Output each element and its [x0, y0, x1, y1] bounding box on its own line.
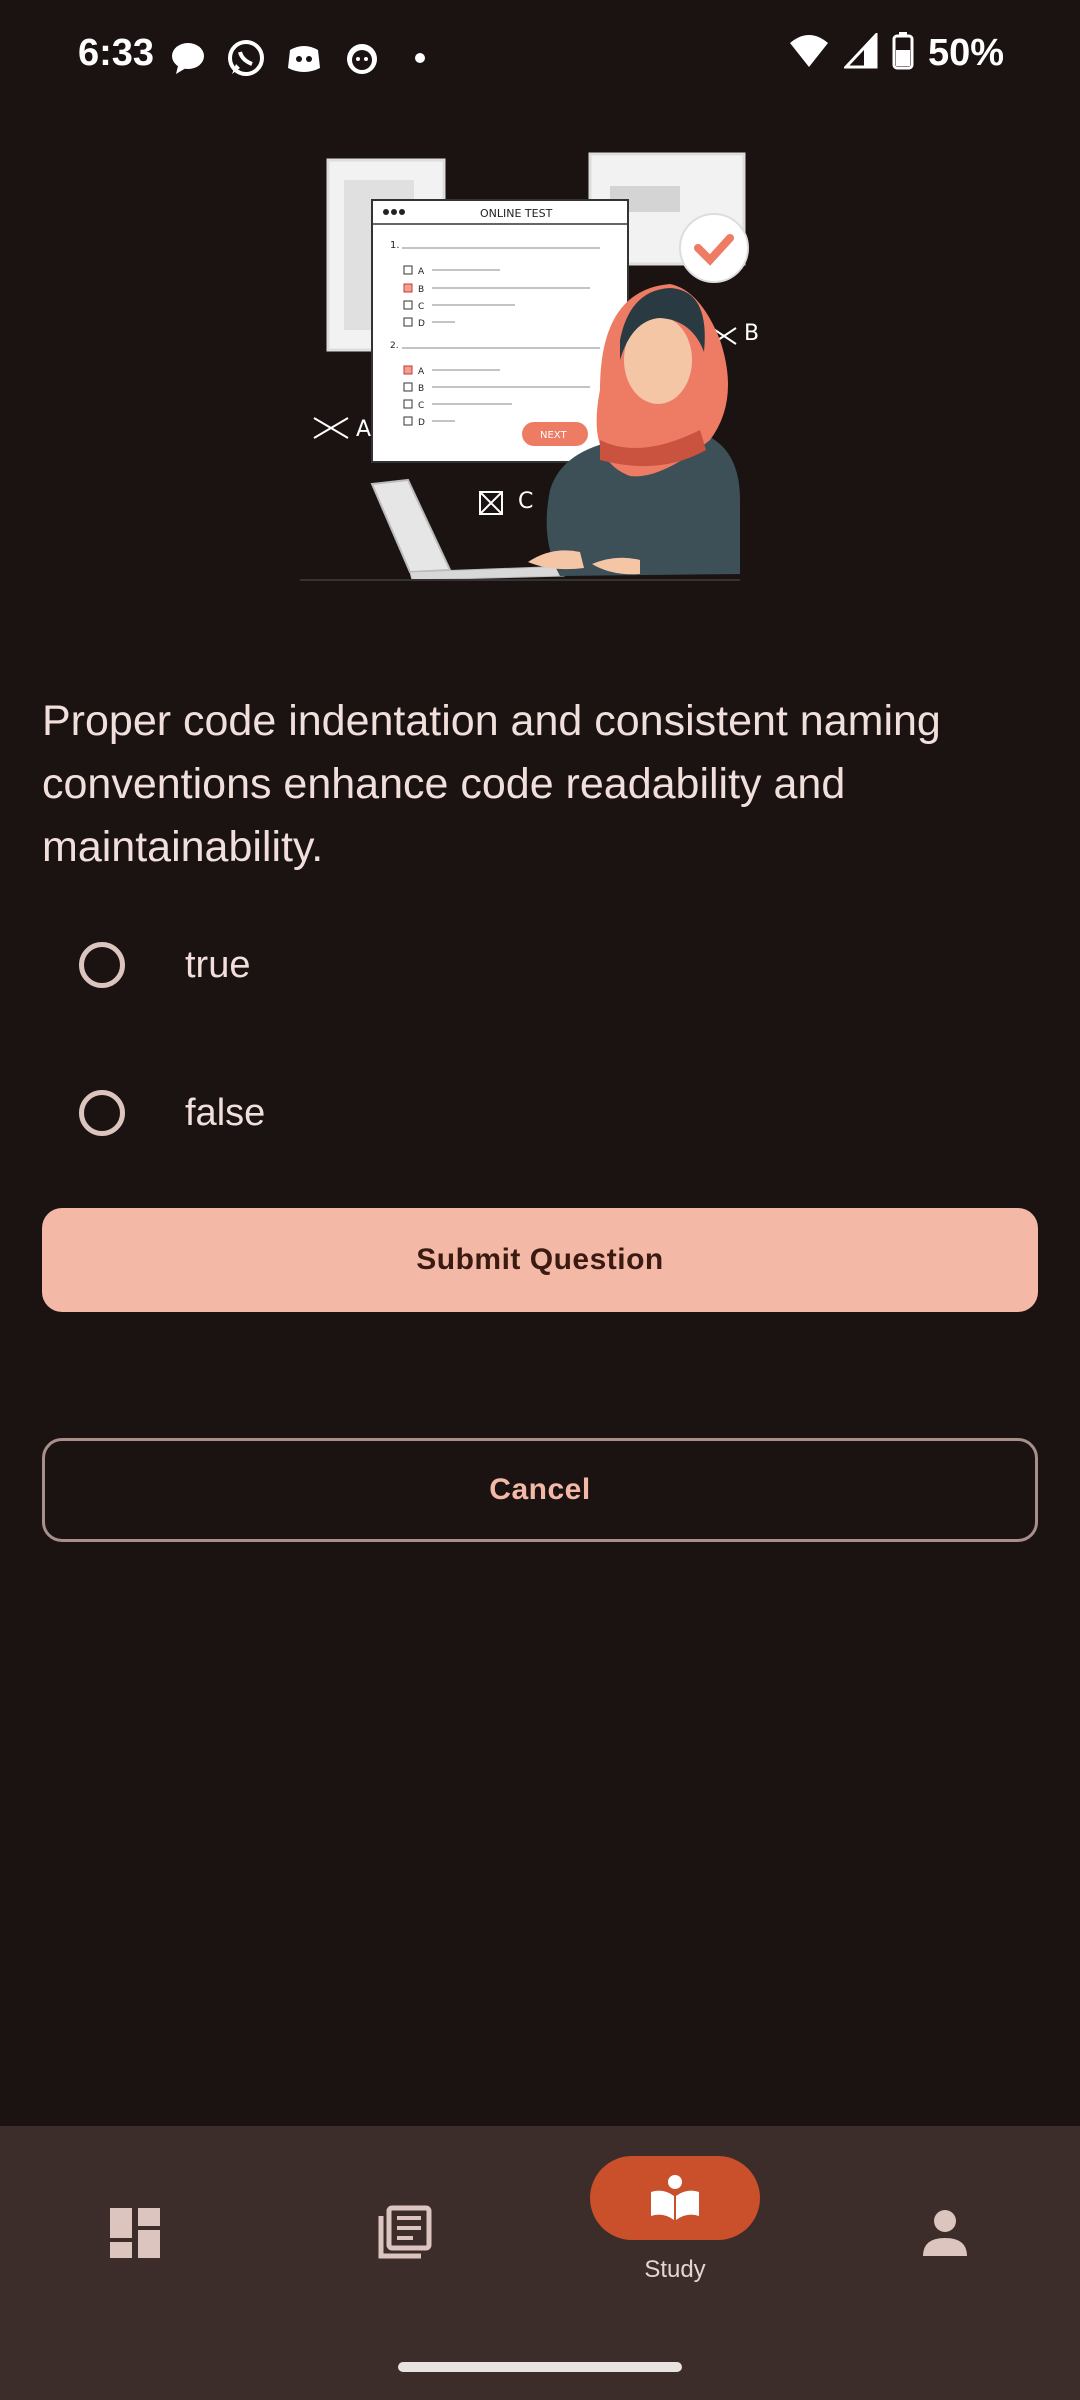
- nav-item-dashboard[interactable]: [0, 2126, 270, 2346]
- whatsapp-icon: [226, 38, 266, 78]
- nav-item-profile[interactable]: [810, 2126, 1080, 2346]
- discord-icon: [284, 38, 324, 78]
- cat-app-icon: [342, 38, 382, 78]
- svg-text:D: D: [418, 319, 425, 329]
- option-true[interactable]: true: [42, 910, 642, 1020]
- svg-text:1.: 1.: [390, 240, 400, 251]
- svg-text:A: A: [418, 267, 425, 277]
- person-icon: [923, 2210, 967, 2256]
- option-label: false: [185, 1091, 266, 1134]
- system-status: 50%: [788, 31, 1004, 75]
- svg-text:C: C: [418, 401, 424, 411]
- svg-text:C: C: [518, 489, 533, 514]
- radio-button[interactable]: [79, 1090, 125, 1136]
- svg-text:D: D: [418, 418, 425, 428]
- svg-text:2.: 2.: [390, 341, 399, 351]
- option-label: true: [185, 943, 251, 986]
- status-bar: 6:33 50%: [0, 0, 1080, 120]
- svg-text:C: C: [418, 302, 424, 312]
- nav-label-study: Study: [644, 2256, 706, 2283]
- question-text: Proper code indentation and consistent n…: [42, 697, 941, 871]
- svg-text:A: A: [418, 367, 425, 377]
- svg-text:B: B: [418, 285, 424, 295]
- nav-item-library[interactable]: [270, 2126, 540, 2346]
- battery-percent: 50%: [927, 32, 1004, 74]
- illustration-next: NEXT: [540, 430, 567, 441]
- bottom-navigation: Study: [0, 2126, 1080, 2400]
- message-icon: [168, 38, 208, 78]
- quiz-illustration: ONLINE TEST 1. A B C D 2. A B C D NEXT A…: [300, 140, 780, 600]
- study-icon: [651, 2175, 699, 2220]
- svg-text:B: B: [418, 384, 424, 394]
- svg-text:A: A: [356, 417, 371, 442]
- submit-question-button[interactable]: Submit Question: [42, 1208, 1038, 1312]
- library-icon: [378, 2205, 432, 2259]
- battery-icon: [892, 32, 914, 75]
- cancel-button[interactable]: Cancel: [42, 1438, 1038, 1542]
- home-indicator[interactable]: [398, 2362, 682, 2372]
- notification-icons: [168, 38, 440, 78]
- illustration-header: ONLINE TEST: [480, 207, 553, 220]
- dot-icon: [400, 38, 440, 78]
- wifi-icon: [788, 33, 830, 74]
- nav-item-study[interactable]: Study: [540, 2126, 810, 2346]
- dashboard-icon: [110, 2208, 160, 2258]
- signal-icon: [842, 31, 878, 74]
- status-time: 6:33: [78, 32, 155, 74]
- radio-button[interactable]: [79, 942, 125, 988]
- option-false[interactable]: false: [42, 1058, 642, 1168]
- svg-text:B: B: [744, 321, 759, 346]
